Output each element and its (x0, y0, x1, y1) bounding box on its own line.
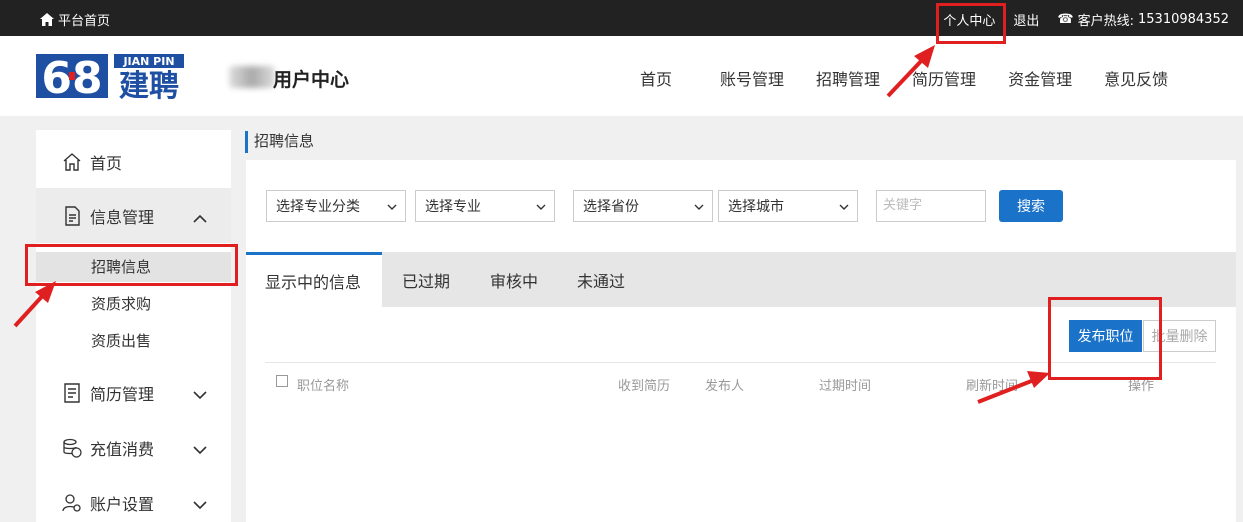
arrow-to-recruit-info (13, 281, 56, 328)
arrow-to-publish (977, 371, 1050, 404)
annotation-arrows (13, 45, 1050, 404)
arrow-to-personal-center (886, 45, 935, 98)
